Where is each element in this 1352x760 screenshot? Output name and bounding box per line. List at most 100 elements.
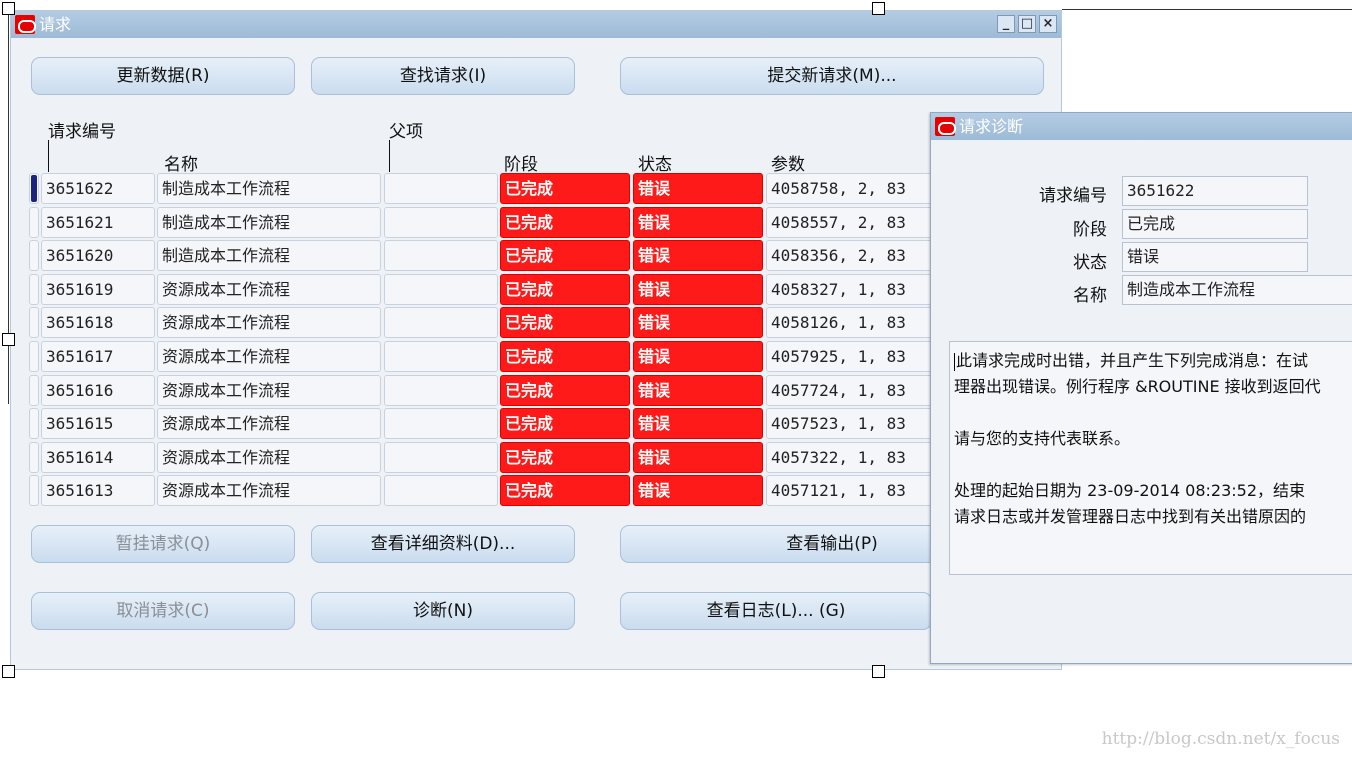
diagnostics-button[interactable]: 诊断(N): [311, 592, 575, 630]
params-cell[interactable]: 4057724, 1, 83: [766, 375, 936, 406]
params-cell[interactable]: 4058758, 2, 83: [766, 173, 936, 204]
phase-cell[interactable]: 已完成: [500, 408, 630, 439]
diag-label-phase: 阶段: [1073, 220, 1107, 240]
phase-cell[interactable]: 已完成: [500, 442, 630, 473]
resize-handle-top-left[interactable]: [2, 2, 15, 15]
header-parent: 父项: [389, 122, 423, 142]
parent-cell[interactable]: [384, 475, 498, 506]
maximize-icon[interactable]: □: [1018, 15, 1036, 33]
row-selector[interactable]: [29, 442, 39, 473]
phase-cell[interactable]: 已完成: [500, 240, 630, 271]
program-name-cell[interactable]: 资源成本工作流程: [157, 375, 381, 406]
row-selector[interactable]: [29, 475, 39, 506]
row-selector[interactable]: [29, 274, 39, 305]
row-selector[interactable]: [29, 408, 39, 439]
program-name-cell[interactable]: 制造成本工作流程: [157, 240, 381, 271]
phase-cell[interactable]: 已完成: [500, 274, 630, 305]
request-id-cell[interactable]: 3651622: [41, 173, 155, 204]
status-cell[interactable]: 错误: [633, 408, 763, 439]
resize-handle-bottom-left[interactable]: [2, 665, 15, 678]
program-name-cell[interactable]: 资源成本工作流程: [157, 341, 381, 372]
request-id-cell[interactable]: 3651615: [41, 408, 155, 439]
diag-message-box[interactable]: 此请求完成时出错，并且产生下列完成消息：在试 理器出现错误。例行程序 &ROUT…: [949, 341, 1352, 575]
program-name-cell[interactable]: 制造成本工作流程: [157, 173, 381, 204]
diag-status-field[interactable]: 错误: [1122, 242, 1308, 272]
phase-cell[interactable]: 已完成: [500, 475, 630, 506]
params-cell[interactable]: 4058557, 2, 83: [766, 207, 936, 238]
program-name-cell[interactable]: 资源成本工作流程: [157, 475, 381, 506]
request-id-cell[interactable]: 3651621: [41, 207, 155, 238]
params-cell[interactable]: 4057523, 1, 83: [766, 408, 936, 439]
program-name-cell[interactable]: 资源成本工作流程: [157, 274, 381, 305]
params-cell[interactable]: 4058327, 1, 83: [766, 274, 936, 305]
request-id-cell[interactable]: 3651619: [41, 274, 155, 305]
status-cell[interactable]: 错误: [633, 475, 763, 506]
row-selector[interactable]: [29, 307, 39, 338]
parent-cell[interactable]: [384, 307, 498, 338]
requests-window-titlebar[interactable]: 请求 _ □ ×: [11, 11, 1061, 38]
request-id-cell[interactable]: 3651613: [41, 475, 155, 506]
status-cell[interactable]: 错误: [633, 442, 763, 473]
phase-cell[interactable]: 已完成: [500, 173, 630, 204]
parent-cell[interactable]: [384, 341, 498, 372]
submit-new-request-button[interactable]: 提交新请求(M)...: [620, 57, 1044, 95]
request-id-cell[interactable]: 3651620: [41, 240, 155, 271]
status-cell[interactable]: 错误: [633, 274, 763, 305]
row-selector[interactable]: [29, 207, 39, 238]
diag-phase-field[interactable]: 已完成: [1122, 209, 1308, 239]
program-name-cell[interactable]: 资源成本工作流程: [157, 307, 381, 338]
find-requests-button[interactable]: 查找请求(I): [311, 57, 575, 95]
status-cell[interactable]: 错误: [633, 207, 763, 238]
status-cell[interactable]: 错误: [633, 307, 763, 338]
diag-message-line: 此请求完成时出错，并且产生下列完成消息：在试: [954, 348, 1352, 374]
phase-cell[interactable]: 已完成: [500, 341, 630, 372]
diagnostics-window-titlebar[interactable]: 请求诊断: [931, 113, 1352, 140]
row-selector[interactable]: [29, 240, 39, 271]
parent-cell[interactable]: [384, 442, 498, 473]
params-cell[interactable]: 4057322, 1, 83: [766, 442, 936, 473]
diag-request-id-field[interactable]: 3651622: [1122, 176, 1308, 206]
parent-cell[interactable]: [384, 274, 498, 305]
parent-cell[interactable]: [384, 408, 498, 439]
row-selector[interactable]: [29, 341, 39, 372]
status-cell[interactable]: 错误: [633, 375, 763, 406]
phase-cell[interactable]: 已完成: [500, 207, 630, 238]
program-name-cell[interactable]: 资源成本工作流程: [157, 408, 381, 439]
program-name-cell[interactable]: 制造成本工作流程: [157, 207, 381, 238]
row-selector[interactable]: [29, 375, 39, 406]
phase-cell[interactable]: 已完成: [500, 307, 630, 338]
row-selector[interactable]: [29, 173, 39, 204]
status-cell[interactable]: 错误: [633, 240, 763, 271]
params-cell[interactable]: 4058356, 2, 83: [766, 240, 936, 271]
view-log-button[interactable]: 查看日志(L)... (G): [620, 592, 932, 630]
params-cell[interactable]: 4057121, 1, 83: [766, 475, 936, 506]
status-cell[interactable]: 错误: [633, 173, 763, 204]
request-id-cell[interactable]: 3651616: [41, 375, 155, 406]
parent-cell[interactable]: [384, 375, 498, 406]
hold-request-button[interactable]: 暂挂请求(Q): [31, 525, 295, 563]
params-cell[interactable]: 4058126, 1, 83: [766, 307, 936, 338]
program-name-cell[interactable]: 资源成本工作流程: [157, 442, 381, 473]
parent-cell[interactable]: [384, 207, 498, 238]
diag-message-line: [954, 452, 1352, 478]
resize-handle-bottom-right[interactable]: [872, 665, 885, 678]
diag-name-field[interactable]: 制造成本工作流程: [1122, 275, 1352, 305]
view-details-button[interactable]: 查看详细资料(D)...: [311, 525, 575, 563]
parent-cell[interactable]: [384, 240, 498, 271]
request-id-cell[interactable]: 3651618: [41, 307, 155, 338]
request-id-cell[interactable]: 3651617: [41, 341, 155, 372]
request-id-cell[interactable]: 3651614: [41, 442, 155, 473]
diag-message-line: 请求日志或并发管理器日志中找到有关出错原因的: [954, 507, 1307, 526]
header-tick-request-id: [48, 140, 49, 172]
params-cell[interactable]: 4057925, 1, 83: [766, 341, 936, 372]
oracle-logo-icon: [935, 117, 956, 136]
cancel-request-button[interactable]: 取消请求(C): [31, 592, 295, 630]
phase-cell[interactable]: 已完成: [500, 375, 630, 406]
minimize-icon[interactable]: _: [997, 15, 1015, 33]
close-icon[interactable]: ×: [1039, 15, 1057, 33]
status-cell[interactable]: 错误: [633, 341, 763, 372]
refresh-data-button[interactable]: 更新数据(R): [31, 57, 295, 95]
resize-handle-mid-left[interactable]: [2, 333, 15, 346]
parent-cell[interactable]: [384, 173, 498, 204]
resize-handle-top-right[interactable]: [872, 2, 885, 15]
